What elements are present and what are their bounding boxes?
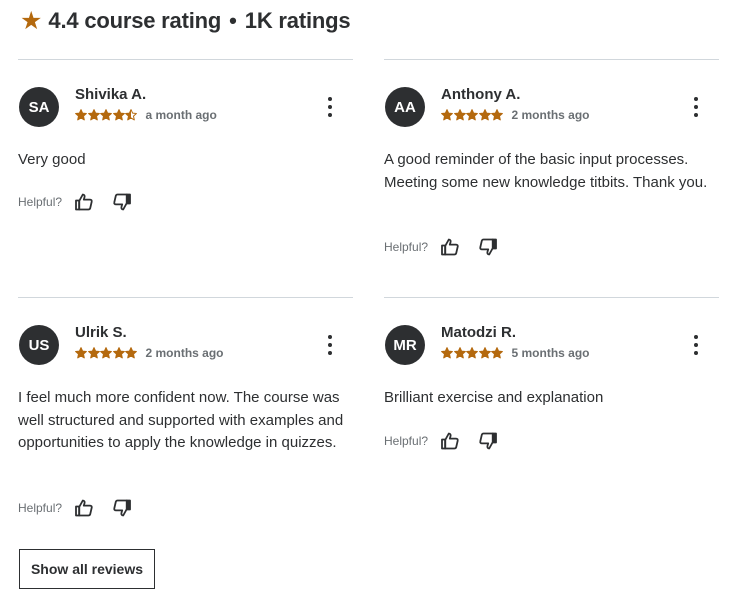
helpful-label: Helpful? [384,240,429,254]
star-icon [87,109,100,121]
review-text: Very good [18,151,86,168]
more-vertical-icon[interactable] [327,335,333,355]
review-time: 2 months ago [511,108,590,122]
thumbs-down-icon[interactable] [478,237,498,257]
review-card: MR Matodzi R. 5 months ago Brilliant exe… [384,297,719,450]
helpful-label: Helpful? [384,434,429,448]
star-rating [441,109,504,121]
avatar: MR [385,325,425,365]
avatar: AA [385,87,425,127]
helpful-row: Helpful? [18,192,150,212]
review-time: a month ago [145,108,217,122]
helpful-row: Helpful? [384,431,516,451]
helpful-label: Helpful? [18,195,63,209]
review-meta: 2 months ago [441,108,590,122]
helpful-label: Helpful? [18,501,63,515]
thumbs-up-icon[interactable] [440,431,460,451]
separator-dot: • [229,8,237,33]
review-time: 2 months ago [145,346,224,360]
review-time: 5 months ago [511,346,590,360]
review-card: AA Anthony A. 2 months ago A good remind… [384,59,719,256]
more-vertical-icon[interactable] [327,97,333,117]
star-icon [87,347,100,359]
star-icon [491,347,503,359]
rating-summary: ★ 4.4 course rating • 1K ratings [20,6,351,36]
star-icon [478,347,491,359]
reviewer-name: Shivika A. [75,86,147,103]
thumbs-up-icon[interactable] [440,237,460,257]
thumbs-down-icon[interactable] [478,431,498,451]
star-rating [75,109,138,121]
avatar: SA [19,87,59,127]
show-all-reviews-button[interactable]: Show all reviews [19,549,155,589]
reviewer-name: Anthony A. [441,86,521,103]
star-icon [453,109,466,121]
star-icon [491,109,503,121]
star-icon [100,109,112,121]
more-vertical-icon[interactable] [693,335,699,355]
star-icon [441,347,453,359]
review-meta: a month ago [75,108,217,122]
star-icon [75,109,87,121]
review-meta: 2 months ago [75,346,224,360]
reviewer-name: Ulrik S. [75,324,127,341]
star-icon [125,347,137,359]
review-text: I feel much more confident now. The cour… [18,389,344,451]
review-card: US Ulrik S. 2 months ago I feel much mor… [18,297,353,517]
more-vertical-icon[interactable] [693,97,699,117]
star-icon [453,347,466,359]
thumbs-down-icon[interactable] [112,498,132,518]
star-icon [112,347,125,359]
helpful-row: Helpful? [18,498,150,518]
star-icon [112,109,125,121]
star-icon [100,347,112,359]
avatar: US [19,325,59,365]
star-icon [466,347,478,359]
star-icon [478,109,491,121]
review-text: Brilliant exercise and explanation [384,389,604,406]
review-card: SA Shivika A. a month ago Very good Help… [18,59,353,211]
star-rating [441,347,504,359]
star-icon [466,109,478,121]
star-icon [75,347,87,359]
helpful-row: Helpful? [384,237,516,257]
star-icon: ★ [20,6,43,35]
thumbs-up-icon[interactable] [74,192,94,212]
review-text: A good reminder of the basic input proce… [384,151,708,191]
star-icon [441,109,453,121]
ratings-count: 1K ratings [244,8,351,33]
star-icon [125,109,137,121]
star-rating [75,347,138,359]
reviewer-name: Matodzi R. [441,324,516,341]
thumbs-up-icon[interactable] [74,498,94,518]
review-meta: 5 months ago [441,346,590,360]
thumbs-down-icon[interactable] [112,192,132,212]
course-rating-text: 4.4 course rating [48,8,222,33]
